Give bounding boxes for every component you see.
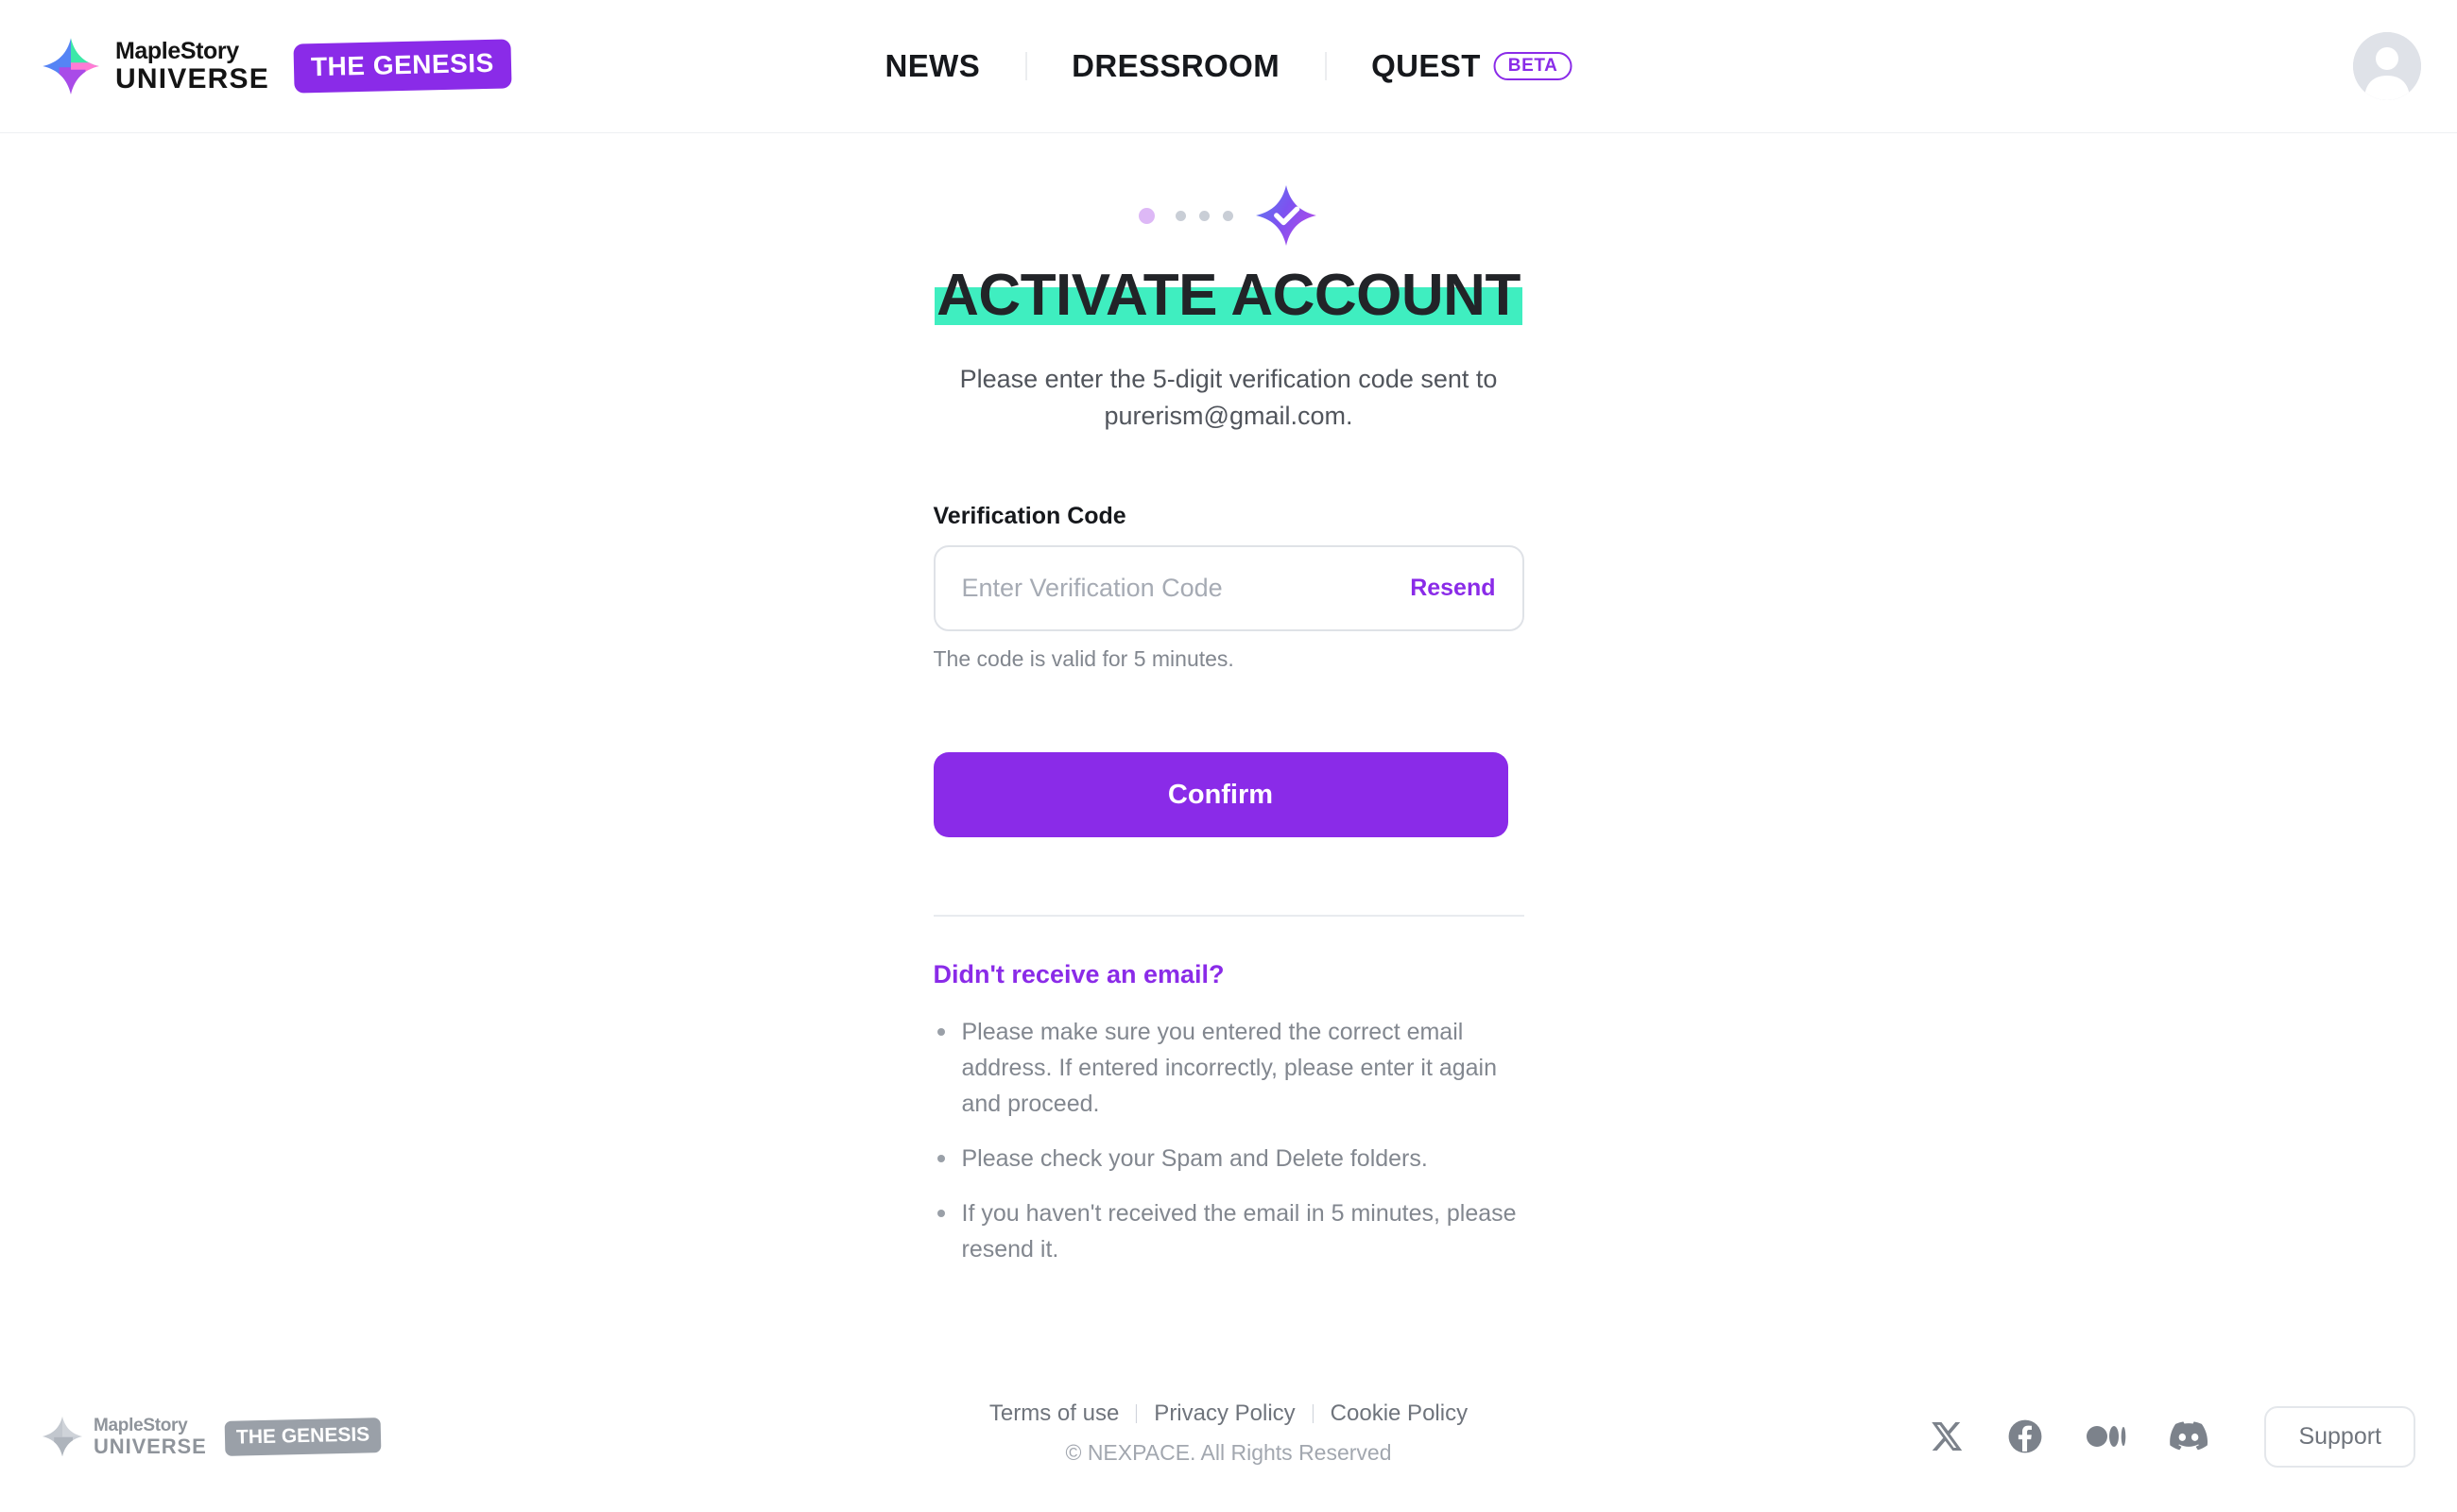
help-section-title: Didn't receive an email? [933, 960, 1225, 989]
check-star-icon [1254, 183, 1318, 248]
resend-button[interactable]: Resend [1410, 575, 1495, 602]
footer-center: Terms of use Privacy Policy Cookie Polic… [972, 1400, 1485, 1466]
progress-dot [1199, 210, 1210, 221]
footer-brand-logo: MapleStory UNIVERSE THE GENESIS [42, 1416, 382, 1457]
confirm-button[interactable]: Confirm [933, 752, 1508, 838]
progress-dots-pending [1176, 210, 1233, 221]
progress-dot [1176, 210, 1186, 221]
beta-badge: BETA [1493, 52, 1572, 80]
verification-code-input[interactable] [961, 574, 1394, 604]
site-footer: MapleStory UNIVERSE THE GENESIS Terms of… [0, 1361, 2457, 1512]
avatar-person-icon [2353, 32, 2421, 100]
main-navigation: NEWS DRESSROOM QUEST BETA [840, 48, 1618, 84]
facebook-icon[interactable] [2007, 1418, 2043, 1454]
nav-item-dressroom-label: DRESSROOM [1072, 48, 1280, 83]
nav-item-quest-label: QUEST [1371, 48, 1481, 83]
section-divider [933, 915, 1524, 918]
footer-wordmark: MapleStory UNIVERSE [94, 1417, 207, 1457]
help-list-item: If you haven't received the email in 5 m… [934, 1195, 1524, 1267]
site-header: MapleStory UNIVERSE THE GENESIS NEWS DRE… [0, 0, 2457, 133]
verification-form: Verification Code Resend The code is val… [933, 503, 1524, 1286]
nav-item-quest[interactable]: QUEST BETA [1326, 48, 1617, 84]
discord-icon[interactable] [2170, 1421, 2208, 1452]
maplestory-star-icon-gray [42, 1416, 83, 1457]
footer-maplestory-text: MapleStory [94, 1415, 188, 1435]
footer-universe-text: UNIVERSE [94, 1434, 207, 1458]
x-twitter-icon[interactable] [1930, 1419, 1964, 1453]
footer-links: Terms of use Privacy Policy Cookie Polic… [972, 1400, 1485, 1427]
page-subtitle: Please enter the 5-digit verification co… [959, 365, 1498, 431]
code-validity-helper-text: The code is valid for 5 minutes. [933, 646, 1234, 672]
nav-item-dressroom[interactable]: DRESSROOM [1026, 48, 1325, 84]
header-brand-logo[interactable]: MapleStory UNIVERSE THE GENESIS [42, 0, 512, 132]
main-content: ACTIVATE ACCOUNT Please enter the 5-digi… [0, 133, 2457, 1286]
footer-genesis-badge: THE GENESIS [224, 1417, 382, 1456]
genesis-badge: THE GENESIS [293, 39, 512, 94]
support-button[interactable]: Support [2264, 1405, 2415, 1468]
footer-link-cookie[interactable]: Cookie Policy [1314, 1400, 1485, 1427]
verification-code-label: Verification Code [933, 503, 1126, 530]
footer-link-privacy[interactable]: Privacy Policy [1137, 1400, 1312, 1427]
help-list-item: Please make sure you entered the correct… [934, 1014, 1524, 1122]
user-avatar[interactable] [2353, 32, 2421, 100]
maplestory-star-icon [42, 37, 100, 95]
brand-wordmark: MapleStory UNIVERSE [115, 37, 269, 94]
page-title-wrap: ACTIVATE ACCOUNT [933, 262, 1524, 329]
help-list: Please make sure you entered the correct… [934, 1014, 1524, 1267]
verification-code-field[interactable]: Resend [933, 545, 1524, 632]
brand-maplestory-text: MapleStory [115, 37, 239, 64]
help-list-item: Please check your Spam and Delete folder… [934, 1141, 1524, 1177]
medium-icon[interactable] [2087, 1422, 2126, 1451]
copyright-text: © NEXPACE. All Rights Reserved [1065, 1440, 1392, 1465]
page-title: ACTIVATE ACCOUNT [936, 263, 1521, 328]
brand-universe-text: UNIVERSE [115, 62, 269, 94]
progress-dot-active [1139, 207, 1155, 224]
progress-stepper [1139, 182, 1318, 249]
footer-link-terms[interactable]: Terms of use [972, 1400, 1136, 1427]
nav-item-news[interactable]: NEWS [840, 48, 1026, 84]
nav-item-news-label: NEWS [885, 48, 981, 83]
progress-dot [1223, 210, 1233, 221]
footer-social-and-support: Support [1930, 1405, 2415, 1468]
